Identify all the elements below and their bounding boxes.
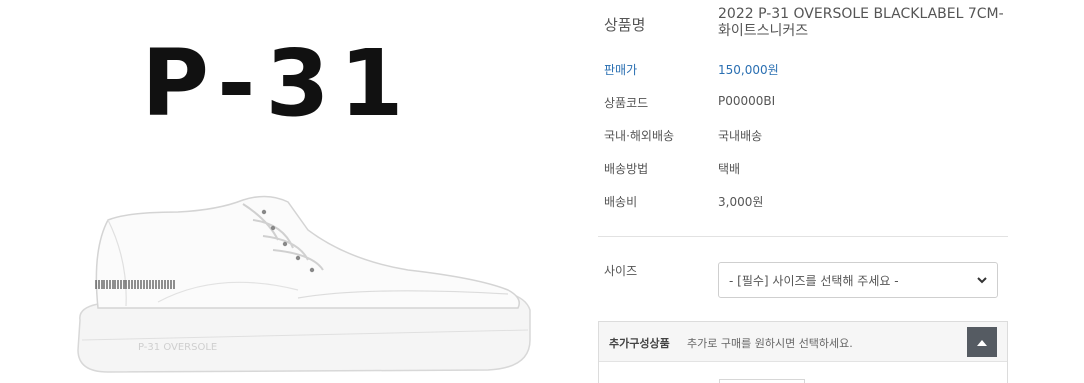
addon-products-description: 추가로 구매를 원하시면 선택하세요. xyxy=(687,337,853,350)
shipping-fee-label: 배송비 xyxy=(604,195,638,209)
product-shoe-image: P-31 OVERSOLE xyxy=(77,195,531,373)
addon-products-header[interactable]: 추가구성상품 추가로 구매를 원하시면 선택하세요. xyxy=(599,322,1007,362)
chevron-up-icon xyxy=(977,340,987,346)
shipping-method-value: 택배 xyxy=(718,162,741,176)
product-image-area: P-31 P-31 OVERSOLE xyxy=(0,0,580,383)
size-select-value: - [필수] 사이즈를 선택해 주세요 - xyxy=(729,273,899,288)
section-divider xyxy=(598,236,1008,237)
addon-item-placeholder xyxy=(719,379,805,383)
product-name-value: 2022 P-31 OVERSOLE BLACKLABEL 7CM- 화이트스니… xyxy=(718,6,1004,39)
size-option-label: 사이즈 xyxy=(604,264,638,278)
size-select[interactable]: - [필수] 사이즈를 선택해 주세요 - xyxy=(718,262,998,298)
shipping-region-label: 국내·해외배송 xyxy=(604,129,675,143)
product-code-value: P00000BI xyxy=(718,94,776,108)
shipping-fee-value: 3,000원 xyxy=(718,195,764,209)
shipping-method-label: 배송방법 xyxy=(604,162,649,176)
shipping-region-value: 국내배송 xyxy=(718,129,763,143)
product-brand-logo: P-31 xyxy=(141,30,414,137)
sole-emboss-text: P-31 OVERSOLE xyxy=(138,342,217,353)
chevron-down-icon xyxy=(977,277,987,284)
product-info-panel: 상품명 2022 P-31 OVERSOLE BLACKLABEL 7CM- 화… xyxy=(598,0,1010,383)
price-value: 150,000원 xyxy=(718,63,779,77)
product-code-label: 상품코드 xyxy=(604,96,649,110)
product-name-label: 상품명 xyxy=(604,16,646,34)
addon-toggle-button[interactable] xyxy=(967,327,997,357)
price-label: 판매가 xyxy=(604,63,638,77)
addon-products-box: 추가구성상품 추가로 구매를 원하시면 선택하세요. xyxy=(598,321,1008,383)
addon-products-title: 추가구성상품 xyxy=(609,337,670,350)
